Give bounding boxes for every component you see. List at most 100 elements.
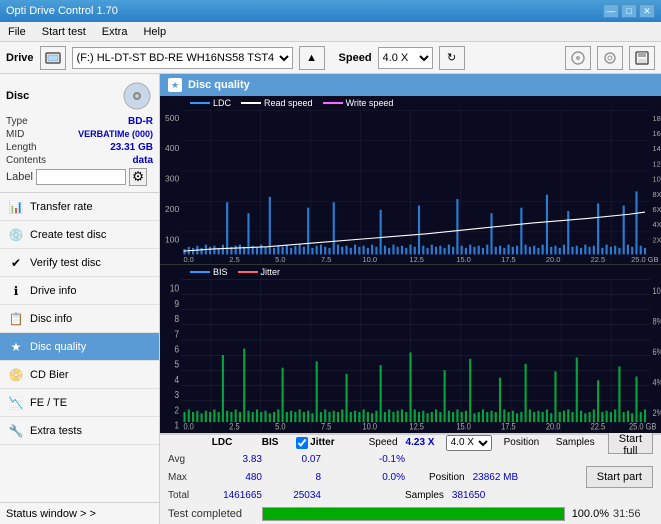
ldc-header: LDC bbox=[200, 437, 244, 448]
svg-text:5.0: 5.0 bbox=[275, 422, 286, 431]
start-part-button[interactable]: Start part bbox=[586, 466, 653, 488]
menu-file[interactable]: File bbox=[4, 24, 30, 40]
svg-text:4%: 4% bbox=[652, 378, 661, 388]
svg-text:8X: 8X bbox=[652, 190, 661, 199]
status-text: Test completed bbox=[168, 508, 258, 520]
sidebar-item-label: Transfer rate bbox=[30, 201, 93, 213]
svg-text:17.5: 17.5 bbox=[501, 255, 516, 262]
bottom-chart-svg: 10 9 8 7 6 5 4 3 2 1 10% 8% 6% 4% 2% bbox=[160, 279, 661, 431]
menubar: File Start test Extra Help bbox=[0, 22, 661, 42]
svg-text:8: 8 bbox=[174, 313, 179, 324]
progress-row: Test completed 100.0% 31:56 bbox=[160, 504, 661, 524]
speed-select-stats[interactable]: 4.0 X bbox=[446, 435, 492, 451]
sidebar-item-disc-info[interactable]: 📋 Disc info bbox=[0, 305, 159, 333]
svg-text:400: 400 bbox=[165, 143, 179, 153]
total-stats-row: Total 1461665 25034 Samples 381650 bbox=[160, 486, 661, 504]
svg-text:2.5: 2.5 bbox=[229, 422, 240, 431]
sidebar-item-extra-tests[interactable]: 🔧 Extra tests bbox=[0, 417, 159, 445]
sidebar-item-drive-info[interactable]: ℹ Drive info bbox=[0, 277, 159, 305]
status-window-button[interactable]: Status window > > bbox=[0, 502, 159, 524]
disc-image-icon bbox=[121, 80, 153, 112]
sidebar-item-label: Verify test disc bbox=[30, 257, 101, 269]
drive-toolbar: Drive (F:) HL-DT-ST BD-RE WH16NS58 TST4 … bbox=[0, 42, 661, 74]
window-controls: — □ ✕ bbox=[603, 4, 655, 18]
sidebar-item-cd-bier[interactable]: 📀 CD Bier bbox=[0, 361, 159, 389]
sidebar-item-disc-quality[interactable]: ★ Disc quality bbox=[0, 333, 159, 361]
svg-text:10: 10 bbox=[170, 283, 179, 294]
sidebar: Disc Type BD-R MID VERBATIMe (000) Lengt… bbox=[0, 74, 160, 524]
svg-text:6%: 6% bbox=[652, 347, 661, 357]
position-label: Position bbox=[429, 472, 465, 483]
chart-header: ★ Disc quality bbox=[160, 74, 661, 96]
sidebar-item-transfer-rate[interactable]: 📊 Transfer rate bbox=[0, 193, 159, 221]
svg-text:3: 3 bbox=[174, 389, 179, 400]
disc-label-input[interactable] bbox=[36, 169, 126, 185]
current-speed: 4.23 X bbox=[406, 437, 442, 448]
write-speed-legend: Write speed bbox=[323, 98, 394, 108]
svg-text:14X: 14X bbox=[652, 144, 661, 153]
samples-header: Samples bbox=[556, 437, 604, 448]
svg-text:0.0: 0.0 bbox=[183, 422, 194, 431]
svg-text:10.0: 10.0 bbox=[363, 255, 378, 262]
cd-bier-icon: 📀 bbox=[8, 367, 24, 383]
svg-text:4X: 4X bbox=[652, 220, 661, 229]
sidebar-item-fe-te[interactable]: 📉 FE / TE bbox=[0, 389, 159, 417]
svg-text:2.5: 2.5 bbox=[229, 255, 239, 262]
menu-extra[interactable]: Extra bbox=[98, 24, 132, 40]
svg-text:10%: 10% bbox=[652, 287, 661, 297]
disc-info-icon: 📋 bbox=[8, 311, 24, 327]
save-button[interactable] bbox=[629, 46, 655, 70]
menu-help[interactable]: Help bbox=[139, 24, 170, 40]
progress-fill bbox=[263, 508, 564, 520]
disc-icon-button[interactable] bbox=[565, 46, 591, 70]
sidebar-item-verify-test-disc[interactable]: ✔ Verify test disc bbox=[0, 249, 159, 277]
svg-text:22.5: 22.5 bbox=[591, 422, 606, 431]
close-button[interactable]: ✕ bbox=[639, 4, 655, 18]
svg-text:5: 5 bbox=[174, 359, 179, 370]
minimize-button[interactable]: — bbox=[603, 4, 619, 18]
svg-text:10.0: 10.0 bbox=[363, 422, 378, 431]
disc-label-row: Label ⚙ bbox=[6, 168, 153, 186]
disc-quality-icon: ★ bbox=[8, 339, 24, 355]
disc-section: Disc Type BD-R MID VERBATIMe (000) Lengt… bbox=[0, 74, 159, 193]
content-area: ★ Disc quality LDC Read speed bbox=[160, 74, 661, 524]
jitter-checkbox[interactable] bbox=[296, 437, 308, 449]
svg-text:2X: 2X bbox=[652, 235, 661, 244]
svg-text:7.5: 7.5 bbox=[321, 422, 332, 431]
start-full-button[interactable]: Start full bbox=[608, 432, 653, 454]
position-header: Position bbox=[504, 437, 552, 448]
transfer-rate-icon: 📊 bbox=[8, 199, 24, 215]
svg-text:300: 300 bbox=[165, 174, 179, 184]
svg-text:500: 500 bbox=[165, 113, 179, 123]
stats-panel: LDC BIS Jitter Speed 4.23 X 4.0 X Positi… bbox=[160, 433, 661, 524]
svg-text:2: 2 bbox=[174, 405, 179, 416]
speed-select[interactable]: 4.0 X bbox=[378, 47, 433, 69]
charts-container: LDC Read speed Write speed bbox=[160, 96, 661, 433]
sidebar-item-create-test-disc[interactable]: 💿 Create test disc bbox=[0, 221, 159, 249]
app-title: Opti Drive Control 1.70 bbox=[6, 5, 118, 17]
avg-jitter: -0.1% bbox=[325, 454, 405, 465]
drive-select[interactable]: (F:) HL-DT-ST BD-RE WH16NS58 TST4 bbox=[72, 47, 293, 69]
eject-button[interactable]: ▲ bbox=[299, 46, 325, 70]
maximize-button[interactable]: □ bbox=[621, 4, 637, 18]
sidebar-item-label: Disc info bbox=[30, 313, 72, 325]
sidebar-item-label: Drive info bbox=[30, 285, 76, 297]
disc-label-edit-button[interactable]: ⚙ bbox=[129, 168, 147, 186]
svg-text:0.0: 0.0 bbox=[183, 255, 193, 262]
sidebar-item-label: Extra tests bbox=[30, 425, 82, 437]
speed-stat-label: Speed bbox=[369, 437, 398, 448]
svg-text:25.0 GB: 25.0 GB bbox=[629, 422, 657, 431]
disc-mid-row: MID VERBATIMe (000) bbox=[6, 129, 153, 140]
svg-text:12.5: 12.5 bbox=[409, 422, 424, 431]
svg-text:2%: 2% bbox=[652, 408, 661, 418]
drive-info-icon: ℹ bbox=[8, 283, 24, 299]
verify-test-disc-icon: ✔ bbox=[8, 255, 24, 271]
svg-text:8%: 8% bbox=[652, 317, 661, 327]
refresh-button[interactable]: ↻ bbox=[439, 46, 465, 70]
max-jitter: 0.0% bbox=[325, 472, 405, 483]
scan-button[interactable] bbox=[597, 46, 623, 70]
extra-tests-icon: 🔧 bbox=[8, 423, 24, 439]
menu-start-test[interactable]: Start test bbox=[38, 24, 90, 40]
svg-text:20.0: 20.0 bbox=[546, 255, 561, 262]
drive-icon-button[interactable] bbox=[40, 46, 66, 70]
